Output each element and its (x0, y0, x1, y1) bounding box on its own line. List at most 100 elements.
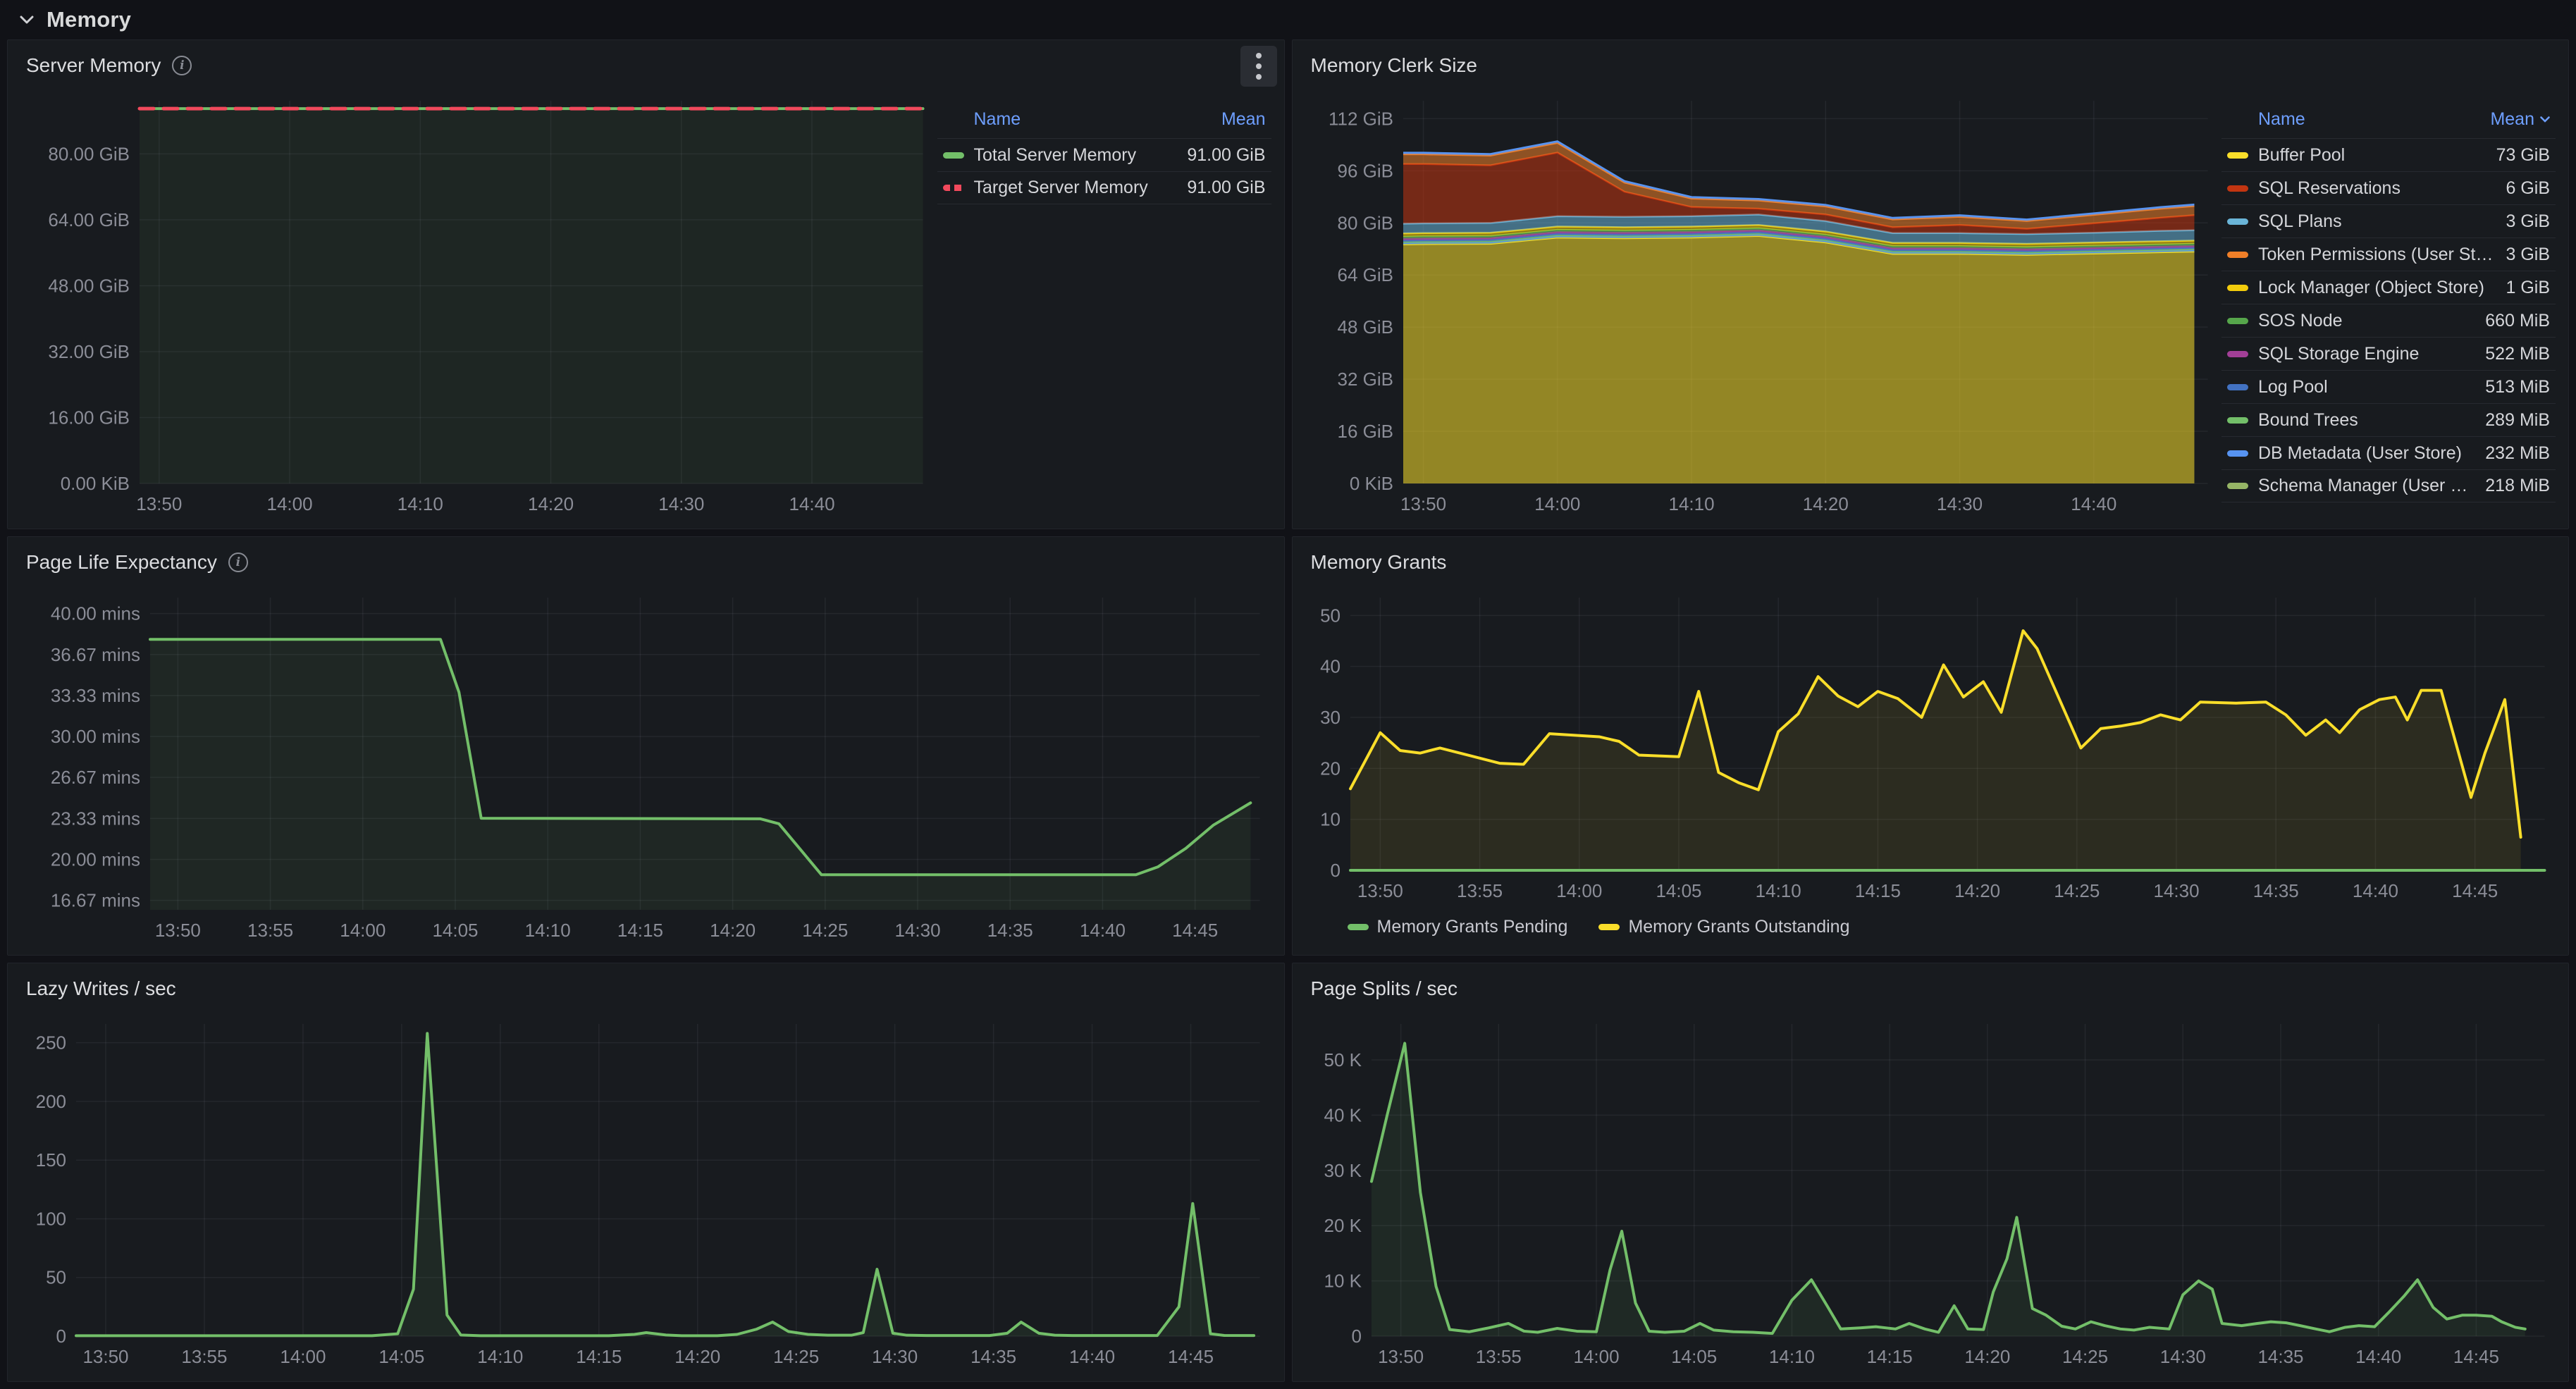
info-icon[interactable] (228, 552, 248, 572)
panel-grid: Server Memory 13:5014:0014:1014:2014:301… (7, 39, 2569, 1382)
x-axis-tick-label: 14:00 (340, 920, 386, 941)
x-axis-tick-label: 14:20 (710, 920, 756, 941)
legend-inline: Memory Grants Pending Memory Grants Outst… (1302, 907, 2559, 946)
legend-table: Name Mean Buffer Pool73 GiBSQL Reservati… (2221, 105, 2558, 520)
x-axis-tick-label: 14:35 (2257, 1346, 2303, 1367)
chart-page-splits[interactable]: 13:5013:5514:0014:0514:1014:1514:2014:25… (1302, 1007, 2559, 1373)
x-axis-tick-label: 14:20 (1802, 493, 1848, 514)
y-axis-tick-label: 0.00 KiB (61, 473, 130, 494)
x-axis-tick-label: 14:20 (1964, 1346, 2010, 1367)
legend-column-mean[interactable]: Mean (1221, 109, 1266, 130)
legend-series-mean: 218 MiB (2485, 476, 2550, 496)
x-axis-tick-label: 14:25 (2062, 1346, 2108, 1367)
x-axis-tick-label: 14:15 (576, 1346, 622, 1367)
legend-column-name[interactable]: Name (974, 109, 1021, 130)
legend-series-name[interactable]: SOS Node (2258, 311, 2475, 331)
y-axis-tick-label: 30.00 mins (51, 726, 140, 747)
series-color-swatch (2227, 450, 2248, 457)
row-title[interactable]: Memory (47, 7, 131, 32)
legend-series-name[interactable]: Schema Manager (User Store) (2258, 476, 2475, 496)
chart-memory-clerk-size[interactable]: 13:5014:0014:1014:2014:3014:400 KiB16 Gi… (1302, 84, 2222, 520)
panel-title[interactable]: Memory Clerk Size (1311, 54, 1477, 77)
panel-title[interactable]: Page Life Expectancy (26, 551, 217, 574)
x-axis-tick-label: 14:25 (773, 1346, 819, 1367)
legend-item[interactable]: Memory Grants Pending (1348, 917, 1568, 937)
info-icon[interactable] (172, 56, 192, 75)
panel-header: Memory Grants (1302, 544, 2559, 581)
legend-series-mean: 91.00 GiB (1187, 178, 1265, 198)
legend-series-name[interactable]: Log Pool (2258, 377, 2475, 397)
line-series (1372, 1043, 2525, 1333)
x-axis-tick-label: 14:05 (432, 920, 478, 941)
legend-series-name[interactable]: Target Server Memory (974, 178, 1178, 198)
legend-series-name[interactable]: DB Metadata (User Store) (2258, 443, 2475, 464)
y-axis-tick-label: 0 (1330, 860, 1340, 881)
panel-title[interactable]: Page Splits / sec (1311, 977, 1458, 1000)
legend-column-mean[interactable]: Mean (2490, 109, 2550, 130)
x-axis-tick-label: 14:00 (1556, 880, 1602, 901)
legend-row: Target Server Memory 91.00 GiB (937, 171, 1271, 204)
x-axis-tick-label: 14:30 (658, 493, 704, 514)
y-axis-tick-label: 0 KiB (1349, 473, 1393, 494)
area-fill (1372, 1043, 2525, 1336)
legend-series-name[interactable]: SQL Storage Engine (2258, 344, 2475, 364)
panel-title[interactable]: Lazy Writes / sec (26, 977, 176, 1000)
chart-memory-grants[interactable]: 13:5013:5514:0014:0514:1014:1514:2014:25… (1302, 581, 2559, 907)
area-fill (140, 109, 923, 483)
y-axis-tick-label: 16.00 GiB (48, 407, 130, 428)
x-axis-tick-label: 14:00 (266, 493, 312, 514)
row-header-memory[interactable]: Memory (7, 0, 2569, 39)
series-color-swatch (2227, 185, 2248, 192)
legend-series-mean: 73 GiB (2496, 145, 2550, 166)
y-axis-tick-label: 10 (1320, 809, 1341, 830)
panel-menu-kebab-icon[interactable] (1240, 46, 1277, 87)
series-color-swatch (2227, 252, 2248, 258)
line-series (76, 1033, 1254, 1335)
chart-page-life-expectancy[interactable]: 13:5013:5514:0014:0514:1014:1514:2014:25… (18, 581, 1274, 946)
legend-series-name[interactable]: Total Server Memory (974, 145, 1178, 166)
y-axis-tick-label: 0 (56, 1326, 66, 1347)
legend-series-name[interactable]: SQL Reservations (2258, 178, 2496, 199)
x-axis-tick-label: 14:10 (1755, 880, 1801, 901)
legend-row: Total Server Memory91.00 GiB (937, 138, 1271, 171)
legend-item[interactable]: Memory Grants Outstanding (1598, 917, 1849, 937)
x-axis-tick-label: 13:50 (1357, 880, 1403, 901)
panel-title[interactable]: Memory Grants (1311, 551, 1447, 574)
legend-series-name[interactable]: Lock Manager (Object Store) (2258, 278, 2496, 298)
x-axis-tick-label: 14:10 (398, 493, 443, 514)
legend-series-mean: 289 MiB (2485, 410, 2550, 431)
legend-series-name[interactable]: SQL Plans (2258, 211, 2496, 232)
legend-series-name[interactable]: Buffer Pool (2258, 145, 2486, 166)
y-axis-tick-label: 80 GiB (1337, 212, 1393, 233)
legend-series-name[interactable]: Bound Trees (2258, 410, 2475, 431)
sort-desc-icon (2540, 116, 2550, 123)
series-color-swatch (2227, 152, 2248, 159)
legend-series-name[interactable]: Token Permissions (User Store) (2258, 245, 2496, 265)
y-axis-tick-label: 64 GiB (1337, 264, 1393, 285)
x-axis-tick-label: 13:55 (247, 920, 293, 941)
x-axis-tick-label: 14:25 (2054, 880, 2100, 901)
x-axis-tick-label: 14:10 (477, 1346, 523, 1367)
x-axis-tick-label: 14:20 (528, 493, 574, 514)
legend-column-name[interactable]: Name (2258, 109, 2305, 130)
chart-lazy-writes[interactable]: 13:5013:5514:0014:0514:1014:1514:2014:25… (18, 1007, 1274, 1373)
chevron-down-icon[interactable] (20, 16, 34, 25)
x-axis-tick-label: 14:40 (2355, 1346, 2401, 1367)
panel-title[interactable]: Server Memory (26, 54, 161, 77)
legend-row: Log Pool513 MiB (2221, 370, 2556, 403)
series-color-swatch (2227, 417, 2248, 424)
x-axis-tick-label: 14:30 (2159, 1346, 2205, 1367)
y-axis-tick-label: 23.33 mins (51, 808, 140, 829)
legend-item-label: Memory Grants Pending (1377, 917, 1568, 937)
legend-item-label: Memory Grants Outstanding (1628, 917, 1849, 937)
series-color-swatch (2227, 351, 2248, 357)
legend-row: SOS Node660 MiB (2221, 304, 2556, 337)
y-axis-tick-label: 40 K (1324, 1104, 1362, 1125)
legend-row: SQL Reservations6 GiB (2221, 171, 2556, 204)
y-axis-tick-label: 20 (1320, 758, 1341, 779)
legend-row: Bound Trees 289 MiB (2221, 403, 2556, 436)
chart-server-memory[interactable]: 13:5014:0014:1014:2014:3014:400.00 KiB16… (18, 84, 937, 520)
legend-row: DB Metadata (User Store)232 MiB (2221, 436, 2556, 469)
panel-page-life-expectancy: Page Life Expectancy 13:5013:5514:0014:0… (7, 536, 1285, 956)
legend-row: Schema Manager (User Store) 218 MiB (2221, 469, 2556, 502)
